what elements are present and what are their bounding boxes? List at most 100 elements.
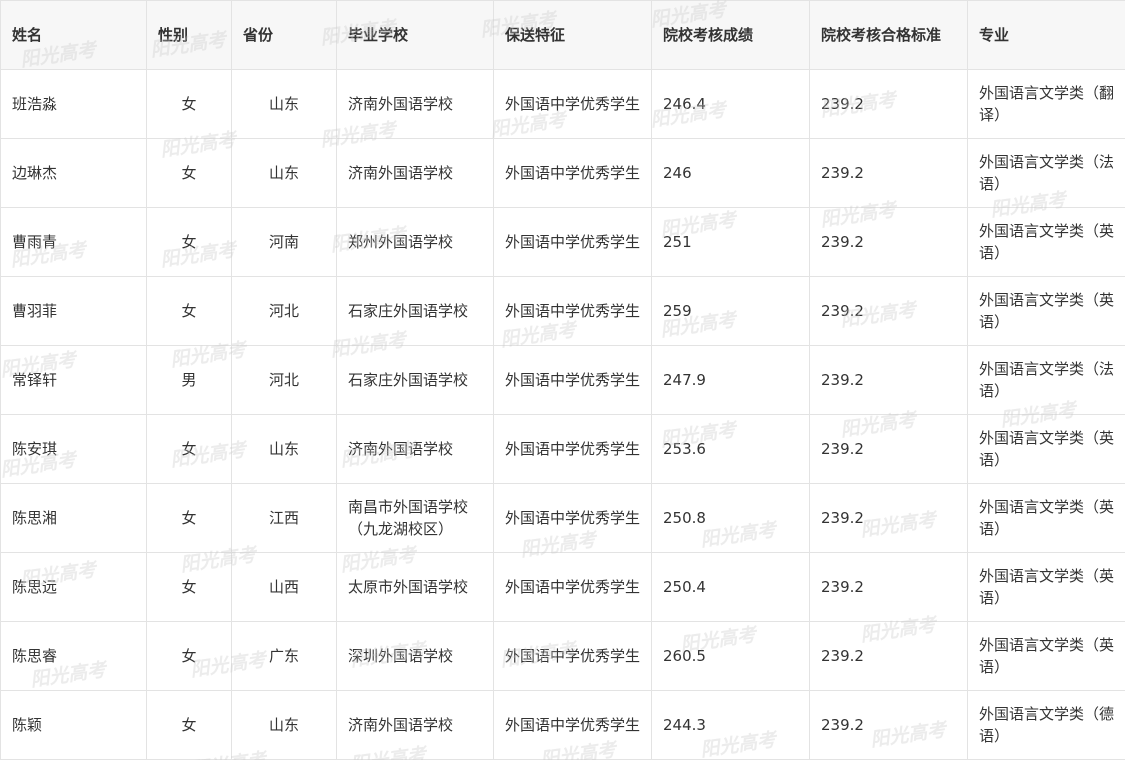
cell-feature: 外国语中学优秀学生 [493, 345, 652, 415]
cell-score: 253.6 [651, 414, 810, 484]
cell-name: 边琳杰 [0, 138, 147, 208]
cell-standard: 239.2 [809, 207, 968, 277]
cell-feature: 外国语中学优秀学生 [493, 483, 652, 553]
cell-province: 山东 [231, 414, 337, 484]
table-row: 陈颖 女 山东 济南外国语学校 外国语中学优秀学生 244.3 239.2 外国… [0, 690, 1125, 760]
cell-feature: 外国语中学优秀学生 [493, 414, 652, 484]
cell-score: 250.4 [651, 552, 810, 622]
cell-feature: 外国语中学优秀学生 [493, 552, 652, 622]
cell-gender: 女 [146, 552, 232, 622]
header-school: 毕业学校 [336, 0, 494, 70]
cell-school: 济南外国语学校 [336, 69, 494, 139]
cell-province: 广东 [231, 621, 337, 691]
cell-province: 山东 [231, 69, 337, 139]
table-row: 陈安琪 女 山东 济南外国语学校 外国语中学优秀学生 253.6 239.2 外… [0, 414, 1125, 484]
cell-province: 河北 [231, 345, 337, 415]
cell-school: 郑州外国语学校 [336, 207, 494, 277]
cell-name: 陈思睿 [0, 621, 147, 691]
cell-standard: 239.2 [809, 690, 968, 760]
cell-gender: 女 [146, 621, 232, 691]
cell-major: 外国语言文学类（英语） [967, 207, 1125, 277]
cell-standard: 239.2 [809, 621, 968, 691]
cell-name: 陈思湘 [0, 483, 147, 553]
table-row: 曹羽菲 女 河北 石家庄外国语学校 外国语中学优秀学生 259 239.2 外国… [0, 276, 1125, 346]
cell-standard: 239.2 [809, 345, 968, 415]
cell-gender: 女 [146, 690, 232, 760]
table-row: 陈思远 女 山西 太原市外国语学校 外国语中学优秀学生 250.4 239.2 … [0, 552, 1125, 622]
cell-major: 外国语言文学类（英语） [967, 483, 1125, 553]
cell-gender: 女 [146, 69, 232, 139]
cell-standard: 239.2 [809, 414, 968, 484]
cell-school: 济南外国语学校 [336, 138, 494, 208]
cell-standard: 239.2 [809, 552, 968, 622]
cell-school: 石家庄外国语学校 [336, 345, 494, 415]
cell-gender: 女 [146, 414, 232, 484]
cell-feature: 外国语中学优秀学生 [493, 621, 652, 691]
cell-name: 曹雨青 [0, 207, 147, 277]
cell-feature: 外国语中学优秀学生 [493, 138, 652, 208]
cell-province: 河南 [231, 207, 337, 277]
cell-score: 260.5 [651, 621, 810, 691]
header-feature: 保送特征 [493, 0, 652, 70]
cell-province: 山东 [231, 138, 337, 208]
cell-gender: 男 [146, 345, 232, 415]
cell-score: 247.9 [651, 345, 810, 415]
cell-major: 外国语言文学类（法语） [967, 345, 1125, 415]
cell-major: 外国语言文学类（翻译） [967, 69, 1125, 139]
cell-major: 外国语言文学类（英语） [967, 276, 1125, 346]
cell-score: 246.4 [651, 69, 810, 139]
cell-school: 太原市外国语学校 [336, 552, 494, 622]
cell-gender: 女 [146, 276, 232, 346]
cell-major: 外国语言文学类（法语） [967, 138, 1125, 208]
cell-standard: 239.2 [809, 69, 968, 139]
cell-province: 江西 [231, 483, 337, 553]
cell-major: 外国语言文学类（英语） [967, 621, 1125, 691]
header-name: 姓名 [0, 0, 147, 70]
cell-standard: 239.2 [809, 138, 968, 208]
cell-score: 244.3 [651, 690, 810, 760]
cell-name: 陈颖 [0, 690, 147, 760]
header-major: 专业 [967, 0, 1125, 70]
cell-major: 外国语言文学类（英语） [967, 552, 1125, 622]
table-row: 陈思湘 女 江西 南昌市外国语学校（九龙湖校区） 外国语中学优秀学生 250.8… [0, 483, 1125, 553]
cell-score: 250.8 [651, 483, 810, 553]
cell-score: 259 [651, 276, 810, 346]
cell-school: 南昌市外国语学校（九龙湖校区） [336, 483, 494, 553]
header-province: 省份 [231, 0, 337, 70]
cell-major: 外国语言文学类（德语） [967, 690, 1125, 760]
header-score: 院校考核成绩 [651, 0, 810, 70]
cell-major: 外国语言文学类（英语） [967, 414, 1125, 484]
cell-school: 石家庄外国语学校 [336, 276, 494, 346]
cell-name: 班浩淼 [0, 69, 147, 139]
header-gender: 性别 [146, 0, 232, 70]
cell-score: 246 [651, 138, 810, 208]
cell-province: 河北 [231, 276, 337, 346]
cell-province: 山东 [231, 690, 337, 760]
cell-school: 济南外国语学校 [336, 690, 494, 760]
cell-school: 深圳外国语学校 [336, 621, 494, 691]
cell-gender: 女 [146, 207, 232, 277]
cell-name: 陈思远 [0, 552, 147, 622]
table-row: 边琳杰 女 山东 济南外国语学校 外国语中学优秀学生 246 239.2 外国语… [0, 138, 1125, 208]
cell-feature: 外国语中学优秀学生 [493, 69, 652, 139]
cell-name: 常铎轩 [0, 345, 147, 415]
cell-name: 曹羽菲 [0, 276, 147, 346]
cell-standard: 239.2 [809, 276, 968, 346]
admission-table: 姓名 性别 省份 毕业学校 保送特征 院校考核成绩 院校考核合格标准 专业 班浩… [0, 0, 1125, 760]
cell-gender: 女 [146, 483, 232, 553]
cell-province: 山西 [231, 552, 337, 622]
cell-score: 251 [651, 207, 810, 277]
cell-name: 陈安琪 [0, 414, 147, 484]
cell-gender: 女 [146, 138, 232, 208]
page: 姓名 性别 省份 毕业学校 保送特征 院校考核成绩 院校考核合格标准 专业 班浩… [0, 0, 1125, 760]
cell-feature: 外国语中学优秀学生 [493, 690, 652, 760]
header-standard: 院校考核合格标准 [809, 0, 968, 70]
table-row: 陈思睿 女 广东 深圳外国语学校 外国语中学优秀学生 260.5 239.2 外… [0, 621, 1125, 691]
cell-standard: 239.2 [809, 483, 968, 553]
table-row: 常铎轩 男 河北 石家庄外国语学校 外国语中学优秀学生 247.9 239.2 … [0, 345, 1125, 415]
table-row: 曹雨青 女 河南 郑州外国语学校 外国语中学优秀学生 251 239.2 外国语… [0, 207, 1125, 277]
table-row: 班浩淼 女 山东 济南外国语学校 外国语中学优秀学生 246.4 239.2 外… [0, 69, 1125, 139]
cell-feature: 外国语中学优秀学生 [493, 207, 652, 277]
cell-feature: 外国语中学优秀学生 [493, 276, 652, 346]
cell-school: 济南外国语学校 [336, 414, 494, 484]
